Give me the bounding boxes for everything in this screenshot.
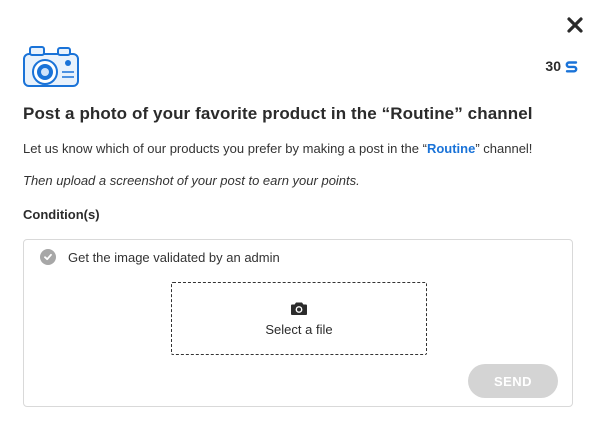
challenge-description: Let us know which of our products you pr… [23,141,532,156]
description-prefix: Let us know which of our products you pr… [23,141,427,156]
close-icon [567,17,583,33]
page-title: Post a photo of your favorite product in… [23,104,533,123]
file-upload-dropzone[interactable]: Select a file [171,282,427,355]
channel-link[interactable]: Routine [427,141,475,156]
camera-illustration [22,42,80,90]
points-value: 30 [545,58,561,74]
points-reward: 30 [545,58,578,74]
condition-label: Get the image validated by an admin [68,249,280,265]
condition-item: Get the image validated by an admin [40,249,280,265]
points-currency-icon [565,60,578,72]
conditions-panel: Get the image validated by an admin Sele… [23,239,573,407]
select-file-label: Select a file [265,321,333,337]
close-button[interactable] [564,14,586,36]
upload-hint: Then upload a screenshot of your post to… [23,173,360,188]
camera-illustration-icon [23,46,79,87]
description-suffix: ” channel! [475,141,533,156]
send-button[interactable]: SEND [468,364,558,398]
conditions-heading: Condition(s) [23,207,100,222]
camera-icon [291,302,307,315]
check-circle-icon [40,249,56,265]
